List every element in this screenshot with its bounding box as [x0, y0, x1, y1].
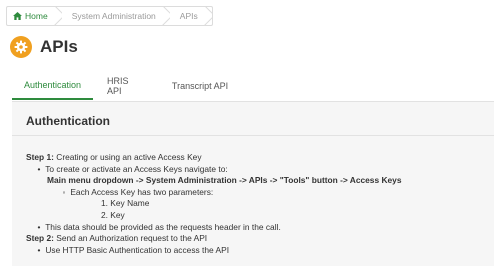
- breadcrumb-home-label: Home: [25, 11, 48, 21]
- step-2: Step 2: Send an Authorization request to…: [26, 233, 490, 245]
- param-key-name: 1. Key Name: [101, 198, 150, 209]
- breadcrumb-home[interactable]: Home: [7, 7, 54, 25]
- gear-icon: [10, 36, 32, 58]
- step-2-instruction: Use HTTP Basic Authentication to access …: [45, 244, 230, 255]
- list-item: • Use HTTP Basic Authentication to acces…: [37, 244, 230, 255]
- tab-transcript-api[interactable]: Transcript API: [159, 72, 241, 100]
- param-key: 2. Key: [101, 209, 125, 220]
- breadcrumb: Home System Administration APIs: [6, 6, 213, 26]
- step-1-instruction: To create or activate an Access Keys nav…: [45, 163, 228, 174]
- list-item: Main menu dropdown -> System Administrat…: [26, 175, 490, 187]
- authentication-panel: Authentication Step 1: Creating or using…: [12, 101, 494, 266]
- list-item: • To create or activate an Access Keys n…: [37, 163, 228, 174]
- tab-authentication[interactable]: Authentication: [12, 72, 93, 100]
- page-title: APIs: [40, 37, 78, 56]
- list-item: ◦ Each Access Key has two parameters:: [62, 186, 214, 197]
- breadcrumb-apis[interactable]: APIs: [170, 7, 204, 25]
- list-item: 2. Key: [26, 210, 490, 222]
- step-1: Step 1: Creating or using an active Acce…: [26, 152, 490, 164]
- breadcrumb-separator: [204, 7, 212, 25]
- navigation-path: Main menu dropdown -> System Administrat…: [47, 175, 402, 186]
- step-2-text: Send an Authorization request to the API: [53, 233, 208, 244]
- breadcrumb-separator: [162, 7, 170, 25]
- breadcrumb-apis-label: APIs: [179, 11, 198, 21]
- page-header: APIs: [10, 36, 78, 58]
- breadcrumb-separator: [54, 7, 62, 25]
- authentication-instructions: Step 1: Creating or using an active Acce…: [26, 152, 490, 256]
- section-title: Authentication: [26, 114, 110, 128]
- home-icon: [13, 12, 22, 20]
- tab-hris-api[interactable]: HRIS API: [97, 72, 153, 100]
- breadcrumb-system-administration[interactable]: System Administration: [62, 7, 162, 25]
- header-note: This data should be provided as the requ…: [45, 221, 281, 232]
- list-item: • This data should be provided as the re…: [37, 221, 281, 232]
- access-key-params-text: Each Access Key has two parameters:: [70, 186, 214, 197]
- tab-bar: Authentication HRIS API Transcript API: [12, 72, 494, 100]
- divider: [12, 135, 494, 136]
- step-1-label: Step 1:: [26, 152, 54, 162]
- step-1-text: Creating or using an active Access Key: [53, 152, 202, 162]
- step-2-label: Step 2:: [26, 233, 54, 244]
- list-item: 1. Key Name: [26, 198, 490, 210]
- breadcrumb-system-administration-label: System Administration: [71, 11, 156, 21]
